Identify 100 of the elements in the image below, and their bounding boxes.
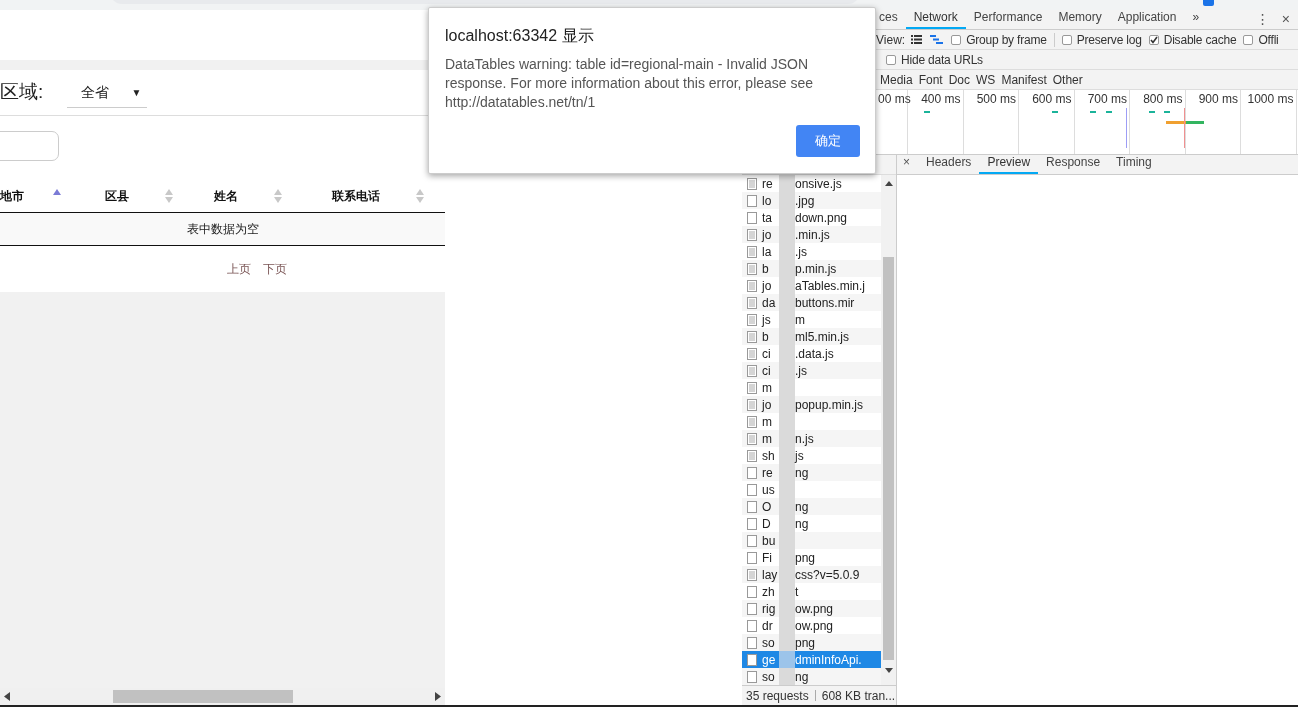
request-row[interactable]: la .js	[742, 243, 881, 260]
request-row[interactable]: jo aTables.min.j	[742, 277, 881, 294]
filter-button[interactable]: Doc	[948, 70, 971, 89]
column-header[interactable]: 姓名	[214, 186, 238, 205]
column-header[interactable]: 区县	[105, 186, 129, 205]
file-name-start: so	[762, 634, 776, 651]
request-row[interactable]: D ng	[742, 515, 881, 532]
checkbox[interactable]	[1243, 34, 1254, 45]
file-name-end: .js	[795, 243, 807, 260]
request-row[interactable]: m n.js	[742, 430, 881, 447]
extension-icon[interactable]	[1203, 0, 1214, 6]
filter-button[interactable]: Manifest	[1001, 70, 1047, 89]
request-row[interactable]: so png	[742, 634, 881, 651]
detail-tab[interactable]: Preview	[979, 155, 1039, 174]
option-label: Disable cache	[1163, 31, 1237, 49]
redaction-smear	[779, 668, 795, 685]
devtools-tab[interactable]: Application	[1109, 10, 1185, 29]
filter-button[interactable]: WS	[976, 70, 996, 89]
request-row[interactable]: ci .data.js	[742, 345, 881, 362]
time-tick-label: 700 ms	[1087, 92, 1127, 106]
detail-tab[interactable]: Headers	[918, 155, 980, 174]
detail-tab[interactable]: Timing	[1108, 155, 1160, 174]
close-button[interactable]: ×	[903, 153, 918, 174]
scroll-left-icon[interactable]	[4, 692, 10, 701]
file-name-end: onsive.js	[795, 175, 842, 192]
devtools-tab[interactable]: Memory	[1050, 10, 1110, 29]
devtools-tab[interactable]: Performance	[965, 10, 1051, 29]
file-name-end: aTables.min.j	[795, 277, 866, 294]
filter-button[interactable]: Other	[1052, 70, 1083, 89]
checkbox[interactable]	[1148, 34, 1159, 45]
request-row[interactable]: rig ow.png	[742, 600, 881, 617]
scroll-right-icon[interactable]	[435, 692, 441, 701]
column-header[interactable]: 地市	[0, 186, 24, 205]
request-row[interactable]: ta down.png	[742, 209, 881, 226]
request-row[interactable]: js m	[742, 311, 881, 328]
request-row[interactable]: ge dminInfoApi.	[742, 651, 881, 668]
request-row[interactable]: b ml5.min.js	[742, 328, 881, 345]
request-row[interactable]: us	[742, 481, 881, 498]
request-row[interactable]: bu	[742, 532, 881, 549]
more-tabs-button[interactable]: »	[1184, 10, 1208, 29]
request-row[interactable]: Fi png	[742, 549, 881, 566]
time-tick-label: 400 ms	[921, 92, 961, 106]
request-row[interactable]: lo .jpg	[742, 192, 881, 209]
script-file-icon	[747, 296, 757, 309]
dialog-title: localhost:63342 显示	[445, 26, 595, 46]
scroll-up-icon[interactable]	[884, 181, 893, 187]
file-icon	[747, 211, 757, 224]
file-icon	[747, 585, 757, 598]
request-row[interactable]: O ng	[742, 498, 881, 515]
file-name-start: ge	[762, 651, 777, 668]
sort-icon[interactable]	[274, 188, 282, 203]
pagination-link[interactable]: 下页	[262, 260, 287, 278]
menu-button[interactable]: ⋮	[1255, 12, 1270, 26]
sort-icon[interactable]	[416, 188, 424, 203]
file-name-start: bu	[762, 532, 777, 549]
file-name-start: lo	[762, 192, 773, 209]
detail-tab[interactable]: Response	[1038, 155, 1109, 174]
pagination-link[interactable]: 上页	[226, 260, 251, 278]
request-row[interactable]: lay css?v=5.0.9	[742, 566, 881, 583]
request-row[interactable]: sh js	[742, 447, 881, 464]
request-row[interactable]: re onsive.js	[742, 175, 881, 192]
waterfall-view-icon[interactable]	[930, 35, 944, 44]
close-button[interactable]: ×	[1281, 12, 1290, 26]
vertical-scrollbar[interactable]	[881, 175, 896, 685]
request-row[interactable]: zh t	[742, 583, 881, 600]
file-icon	[747, 500, 757, 513]
request-row[interactable]: dr ow.png	[742, 617, 881, 634]
file-name-start: rig	[762, 600, 777, 617]
sort-icon[interactable]	[165, 188, 173, 203]
request-row[interactable]: re ng	[742, 464, 881, 481]
column-header[interactable]: 联系电话	[332, 186, 380, 205]
file-name-start: m	[762, 379, 773, 396]
request-row[interactable]: jo popup.min.js	[742, 396, 881, 413]
request-row[interactable]: m	[742, 379, 881, 396]
request-row[interactable]: jo .min.js	[742, 226, 881, 243]
ok-button[interactable]: 确定	[796, 125, 860, 157]
file-icon	[747, 602, 757, 615]
request-row[interactable]: b p.min.js	[742, 260, 881, 277]
file-name-end: ng	[795, 515, 809, 532]
request-row[interactable]: da buttons.mir	[742, 294, 881, 311]
scroll-down-icon[interactable]	[884, 668, 893, 674]
request-row[interactable]: so ng	[742, 668, 881, 685]
checkbox[interactable]	[951, 34, 962, 45]
redaction-smear	[779, 651, 795, 668]
time-tick-label: 00 ms	[878, 92, 911, 106]
devtools-tab[interactable]: ces	[879, 10, 906, 29]
filter-button[interactable]: Font	[918, 70, 943, 89]
file-name-start: so	[762, 668, 776, 685]
request-row[interactable]: m	[742, 413, 881, 430]
list-view-icon[interactable]	[911, 35, 923, 44]
search-field[interactable]	[0, 131, 59, 161]
checkbox[interactable]	[1061, 34, 1072, 45]
checkbox[interactable]	[886, 54, 896, 65]
transferred-size: 608 KB tran...	[821, 687, 896, 705]
file-name-end: .js	[795, 362, 807, 379]
file-name-end: ow.png	[795, 600, 834, 617]
file-name-start: sh	[762, 447, 776, 464]
region-select[interactable]: 全省 ▼	[67, 77, 148, 108]
filter-button[interactable]: Media	[880, 70, 913, 89]
request-row[interactable]: ci .js	[742, 362, 881, 379]
